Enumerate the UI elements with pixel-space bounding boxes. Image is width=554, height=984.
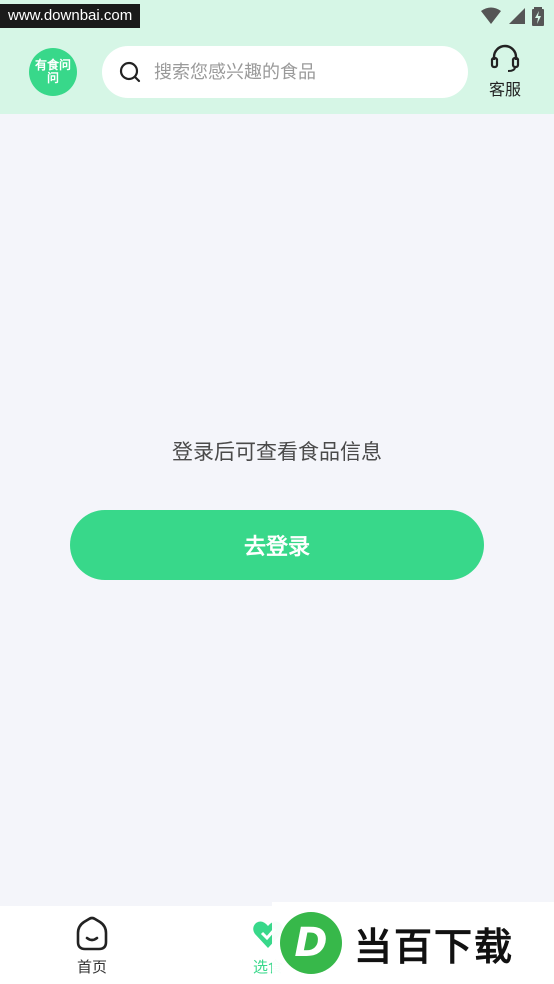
watermark-logo: D: [280, 912, 342, 974]
search-input[interactable]: [154, 61, 434, 83]
search-bar[interactable]: [102, 46, 468, 98]
watermark-brand: 当百下载: [354, 924, 515, 969]
header: 有食问问 客服: [0, 36, 554, 114]
headset-icon: [490, 44, 520, 72]
login-hint-text: 登录后可查看食品信息: [172, 440, 382, 464]
tab-home[interactable]: 首页: [74, 916, 110, 977]
home-icon: [76, 916, 108, 951]
service-label: 客服: [488, 80, 521, 99]
app-logo: 有食问问: [29, 48, 77, 96]
status-icons: [480, 6, 544, 26]
signal-icon: [509, 8, 525, 24]
status-bar: www.downbai.com: [0, 0, 554, 36]
wifi-icon: [481, 7, 501, 24]
watermark-overlay: D 当百下载: [272, 902, 554, 984]
main-content: 登录后可查看食品信息 去登录: [0, 114, 554, 906]
search-icon: [119, 61, 141, 83]
watermark-url: www.downbai.com: [0, 4, 141, 28]
login-button[interactable]: 去登录: [70, 510, 484, 580]
tab-home-label: 首页: [76, 958, 107, 976]
customer-service-button[interactable]: 客服: [482, 44, 528, 100]
battery-icon: [532, 7, 544, 26]
